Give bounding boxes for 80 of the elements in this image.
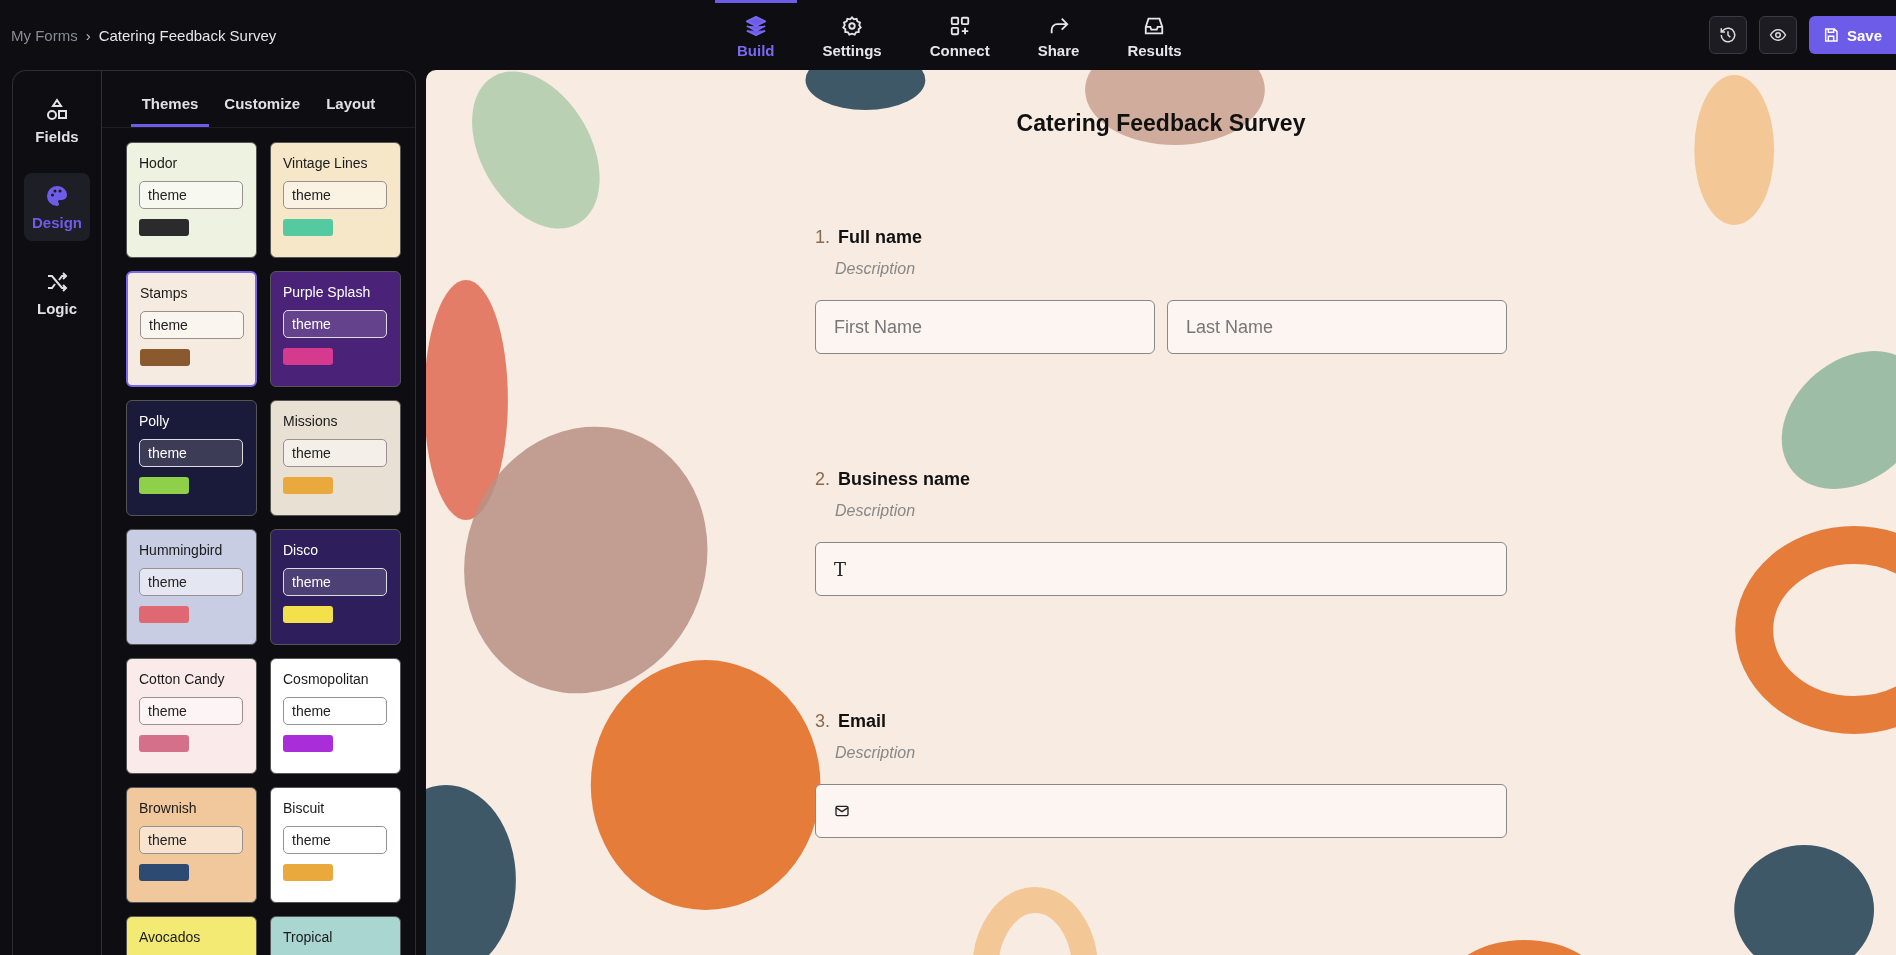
theme-sample-field: theme [140,311,244,339]
question-description: Description [835,502,917,520]
panel-tab[interactable]: Themes [130,87,210,127]
theme-name: Avocados [139,929,201,945]
nav-tab[interactable]: Share [1015,0,1102,70]
theme-card[interactable]: Brownish theme [126,787,257,903]
question-label: Full name [838,227,923,248]
theme-card[interactable]: Disco theme [270,529,401,645]
panel-tab[interactable]: Layout [315,87,387,127]
theme-card[interactable]: Vintage Lines theme [270,142,401,258]
theme-card[interactable]: Cotton Candy theme [126,658,257,774]
theme-sample-field: theme [283,181,387,209]
theme-name: Vintage Lines [283,155,368,171]
breadcrumb-separator: › [85,26,91,44]
theme-sample-field: theme [283,826,387,854]
theme-card[interactable]: Missions theme [270,400,401,516]
email-field[interactable] [815,784,1507,838]
theme-name: Missions [283,413,338,429]
breadcrumb-link[interactable]: My Forms [11,26,78,44]
theme-name: Purple Splash [283,284,371,300]
palette-icon [45,183,69,208]
theme-name: Brownish [139,800,197,816]
name-field[interactable]: Last Name [1167,300,1507,354]
preview-button[interactable] [1758,16,1797,54]
theme-card[interactable]: Tropical [270,916,401,955]
question-number: 2. [815,469,830,490]
theme-name: Hodor [139,155,178,171]
breadcrumb-current: Catering Feedback Survey [98,26,277,44]
theme-name: Cosmopolitan [283,671,369,687]
shapes-icon [45,97,69,122]
theme-name: Stamps [140,285,188,301]
theme-sample-field: theme [283,697,387,725]
question-number: 3. [815,711,830,732]
theme-sample-field: theme [139,568,243,596]
question-description: Description [835,744,917,762]
shuffle-icon [45,269,69,294]
theme-card[interactable]: Hodor theme [126,142,257,258]
theme-name: Tropical [283,929,333,945]
theme-sample-field: theme [139,697,243,725]
theme-name: Cotton Candy [139,671,225,687]
question-number: 1. [815,227,830,248]
theme-card[interactable]: Hummingbird theme [126,529,257,645]
name-field[interactable]: First Name [815,300,1155,354]
theme-name: Biscuit [283,800,325,816]
settings-icon [841,14,864,37]
layers-icon [744,14,767,37]
sidebar-tab[interactable]: Logic [24,259,90,327]
nav-tab[interactable]: Connect [907,0,1012,70]
save-button[interactable]: Save [1808,16,1896,54]
sidebar-tab[interactable]: Fields [24,87,90,155]
theme-name: Hummingbird [139,542,223,558]
theme-sample-field: theme [283,568,387,596]
theme-sample-field: theme [139,439,243,467]
text-type-icon: T [834,558,846,580]
text-field[interactable]: T [815,542,1507,596]
theme-sample-field: theme [139,826,243,854]
theme-card[interactable]: Purple Splash theme [270,271,401,387]
nav-tab[interactable]: Settings [800,0,904,70]
grid-plus-icon [948,14,971,37]
theme-card[interactable]: Biscuit theme [270,787,401,903]
form-title: Catering Feedback Survey [1015,110,1307,137]
theme-card[interactable]: Polly theme [126,400,257,516]
theme-sample-field: theme [283,310,387,338]
question-description: Description [835,260,917,278]
history-button[interactable] [1708,16,1747,54]
theme-card[interactable]: Cosmopolitan theme [270,658,401,774]
theme-card[interactable]: Stamps theme [126,271,257,387]
theme-sample-field: theme [283,439,387,467]
theme-card[interactable]: Avocados [126,916,257,955]
nav-tab[interactable]: Results [1105,0,1204,70]
save-icon [1822,27,1839,43]
envelope-icon [834,803,850,819]
question-label: Email [838,711,887,732]
question-label: Business name [838,469,971,490]
panel-tab[interactable]: Customize [213,87,312,127]
theme-name: Disco [283,542,318,558]
theme-name: Polly [139,413,170,429]
history-icon [1718,26,1737,44]
eye-icon [1768,26,1787,44]
theme-sample-field: theme [139,181,243,209]
